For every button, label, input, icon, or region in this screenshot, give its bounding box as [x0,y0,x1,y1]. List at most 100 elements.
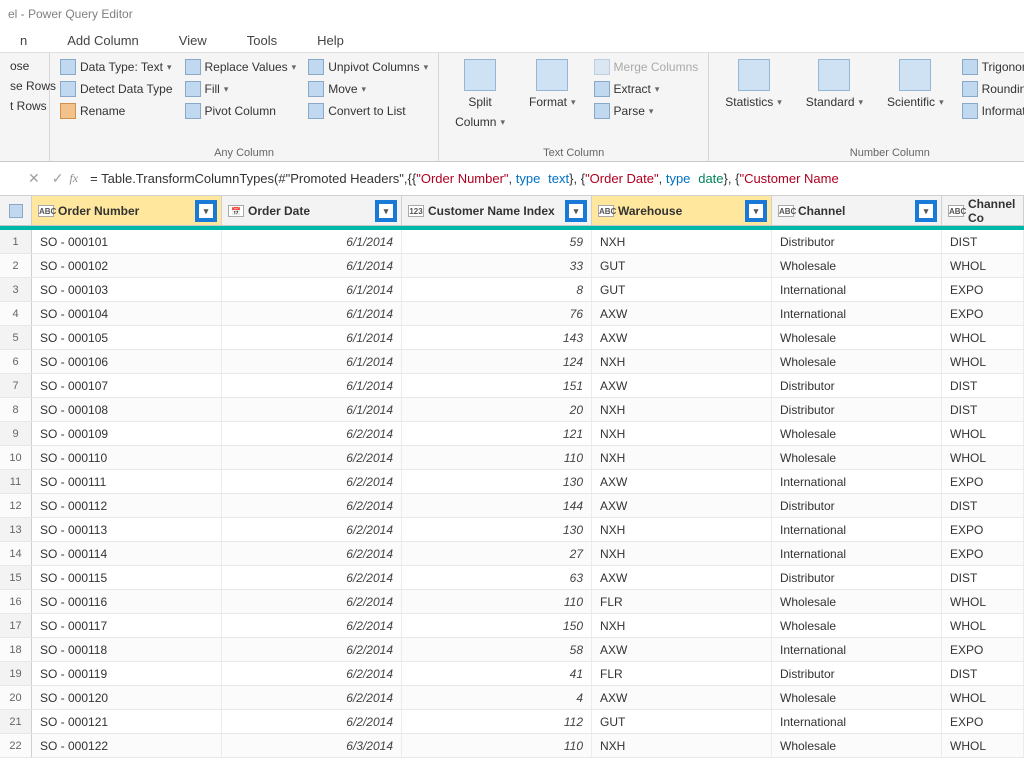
cell-order-date[interactable]: 6/1/2014 [222,302,402,325]
cell-customer-index[interactable]: 33 [402,254,592,277]
column-header-customer-index[interactable]: 123 Customer Name Index [402,196,592,225]
cell-channel-co[interactable]: DIST [942,566,1024,589]
cell-order-date[interactable]: 6/2/2014 [222,494,402,517]
filter-order-number[interactable] [195,200,217,222]
split-column-button[interactable]: SplitColumn [445,57,515,145]
cell-customer-index[interactable]: 20 [402,398,592,421]
cell-customer-index[interactable]: 59 [402,230,592,253]
row-number-header[interactable] [0,196,32,225]
cell-channel-co[interactable]: WHOL [942,446,1024,469]
table-row[interactable]: 11SO - 0001116/2/2014130AXWInternational… [0,470,1024,494]
table-row[interactable]: 6SO - 0001066/1/2014124NXHWholesaleWHOL [0,350,1024,374]
cell-channel[interactable]: International [772,542,942,565]
cell-warehouse[interactable]: NXH [592,734,772,757]
cell-channel[interactable]: Distributor [772,230,942,253]
filter-warehouse[interactable] [745,200,767,222]
cell-channel-co[interactable]: WHOL [942,326,1024,349]
table-row[interactable]: 4SO - 0001046/1/201476AXWInternationalEX… [0,302,1024,326]
cell-channel-co[interactable]: WHOL [942,614,1024,637]
cell-warehouse[interactable]: AXW [592,326,772,349]
cell-channel[interactable]: Wholesale [772,614,942,637]
table-row[interactable]: 22SO - 0001226/3/2014110NXHWholesaleWHOL [0,734,1024,758]
cell-channel-co[interactable]: DIST [942,662,1024,685]
cell-warehouse[interactable]: NXH [592,422,772,445]
cell-channel[interactable]: International [772,470,942,493]
cell-order-number[interactable]: SO - 000105 [32,326,222,349]
cell-customer-index[interactable]: 143 [402,326,592,349]
cell-channel-co[interactable]: WHOL [942,734,1024,757]
cell-order-number[interactable]: SO - 000102 [32,254,222,277]
table-row[interactable]: 13SO - 0001136/2/2014130NXHInternational… [0,518,1024,542]
cell-warehouse[interactable]: NXH [592,350,772,373]
column-header-order-number[interactable]: ABC Order Number [32,196,222,225]
menu-help[interactable]: Help [297,29,364,52]
cell-order-date[interactable]: 6/2/2014 [222,446,402,469]
cell-channel-co[interactable]: DIST [942,374,1024,397]
cell-channel-co[interactable]: WHOL [942,422,1024,445]
cell-channel[interactable]: International [772,302,942,325]
cell-order-number[interactable]: SO - 000110 [32,446,222,469]
cell-customer-index[interactable]: 151 [402,374,592,397]
cell-channel-co[interactable]: WHOL [942,686,1024,709]
statistics-button[interactable]: Statistics [715,57,792,145]
formula-cancel-icon[interactable]: ✕ [22,170,46,187]
formula-accept-icon[interactable]: ✓ [46,170,70,187]
table-row[interactable]: 2SO - 0001026/1/201433GUTWholesaleWHOL [0,254,1024,278]
filter-order-date[interactable] [375,200,397,222]
cell-customer-index[interactable]: 110 [402,734,592,757]
cell-order-number[interactable]: SO - 000112 [32,494,222,517]
cell-order-date[interactable]: 6/2/2014 [222,422,402,445]
column-header-channel[interactable]: ABC Channel [772,196,942,225]
cell-order-date[interactable]: 6/1/2014 [222,326,402,349]
cell-channel[interactable]: International [772,638,942,661]
cell-order-number[interactable]: SO - 000116 [32,590,222,613]
cell-customer-index[interactable]: 121 [402,422,592,445]
filter-customer-index[interactable] [565,200,587,222]
parse-button[interactable]: Parse [590,101,703,121]
cell-order-date[interactable]: 6/2/2014 [222,518,402,541]
cell-customer-index[interactable]: 110 [402,590,592,613]
cell-order-date[interactable]: 6/1/2014 [222,398,402,421]
table-row[interactable]: 21SO - 0001216/2/2014112GUTInternational… [0,710,1024,734]
cell-customer-index[interactable]: 124 [402,350,592,373]
cell-order-number[interactable]: SO - 000104 [32,302,222,325]
table-row[interactable]: 12SO - 0001126/2/2014144AXWDistributorDI… [0,494,1024,518]
cell-order-date[interactable]: 6/2/2014 [222,662,402,685]
cell-channel[interactable]: Wholesale [772,422,942,445]
cell-warehouse[interactable]: AXW [592,638,772,661]
cell-order-number[interactable]: SO - 000111 [32,470,222,493]
cell-order-date[interactable]: 6/2/2014 [222,686,402,709]
cell-channel[interactable]: Wholesale [772,254,942,277]
table-row[interactable]: 14SO - 0001146/2/201427NXHInternationalE… [0,542,1024,566]
cell-channel-co[interactable]: DIST [942,230,1024,253]
cell-order-number[interactable]: SO - 000118 [32,638,222,661]
table-row[interactable]: 15SO - 0001156/2/201463AXWDistributorDIS… [0,566,1024,590]
cell-order-date[interactable]: 6/2/2014 [222,638,402,661]
extract-button[interactable]: Extract [590,79,703,99]
cell-customer-index[interactable]: 112 [402,710,592,733]
cell-warehouse[interactable]: GUT [592,254,772,277]
cell-warehouse[interactable]: AXW [592,494,772,517]
cell-order-date[interactable]: 6/2/2014 [222,542,402,565]
cell-channel-co[interactable]: EXPO [942,470,1024,493]
cell-channel[interactable]: Wholesale [772,686,942,709]
cell-channel-co[interactable]: DIST [942,494,1024,517]
table-row[interactable]: 5SO - 0001056/1/2014143AXWWholesaleWHOL [0,326,1024,350]
move-button[interactable]: Move [304,79,432,99]
information-button[interactable]: Information [958,101,1024,121]
formula-text[interactable]: = Table.TransformColumnTypes(#"Promoted … [84,171,839,187]
cell-customer-index[interactable]: 144 [402,494,592,517]
detect-type-button[interactable]: Detect Data Type [56,79,177,99]
cell-customer-index[interactable]: 76 [402,302,592,325]
cell-order-number[interactable]: SO - 000117 [32,614,222,637]
rename-button[interactable]: Rename [56,101,177,121]
cell-channel[interactable]: International [772,710,942,733]
cell-order-number[interactable]: SO - 000103 [32,278,222,301]
cell-order-date[interactable]: 6/2/2014 [222,566,402,589]
cell-order-date[interactable]: 6/2/2014 [222,710,402,733]
menu-tools[interactable]: Tools [227,29,297,52]
table-row[interactable]: 1SO - 0001016/1/201459NXHDistributorDIST [0,230,1024,254]
rounding-button[interactable]: Rounding [958,79,1024,99]
cell-customer-index[interactable]: 130 [402,470,592,493]
column-header-channel-co[interactable]: ABC Channel Co [942,196,1024,225]
